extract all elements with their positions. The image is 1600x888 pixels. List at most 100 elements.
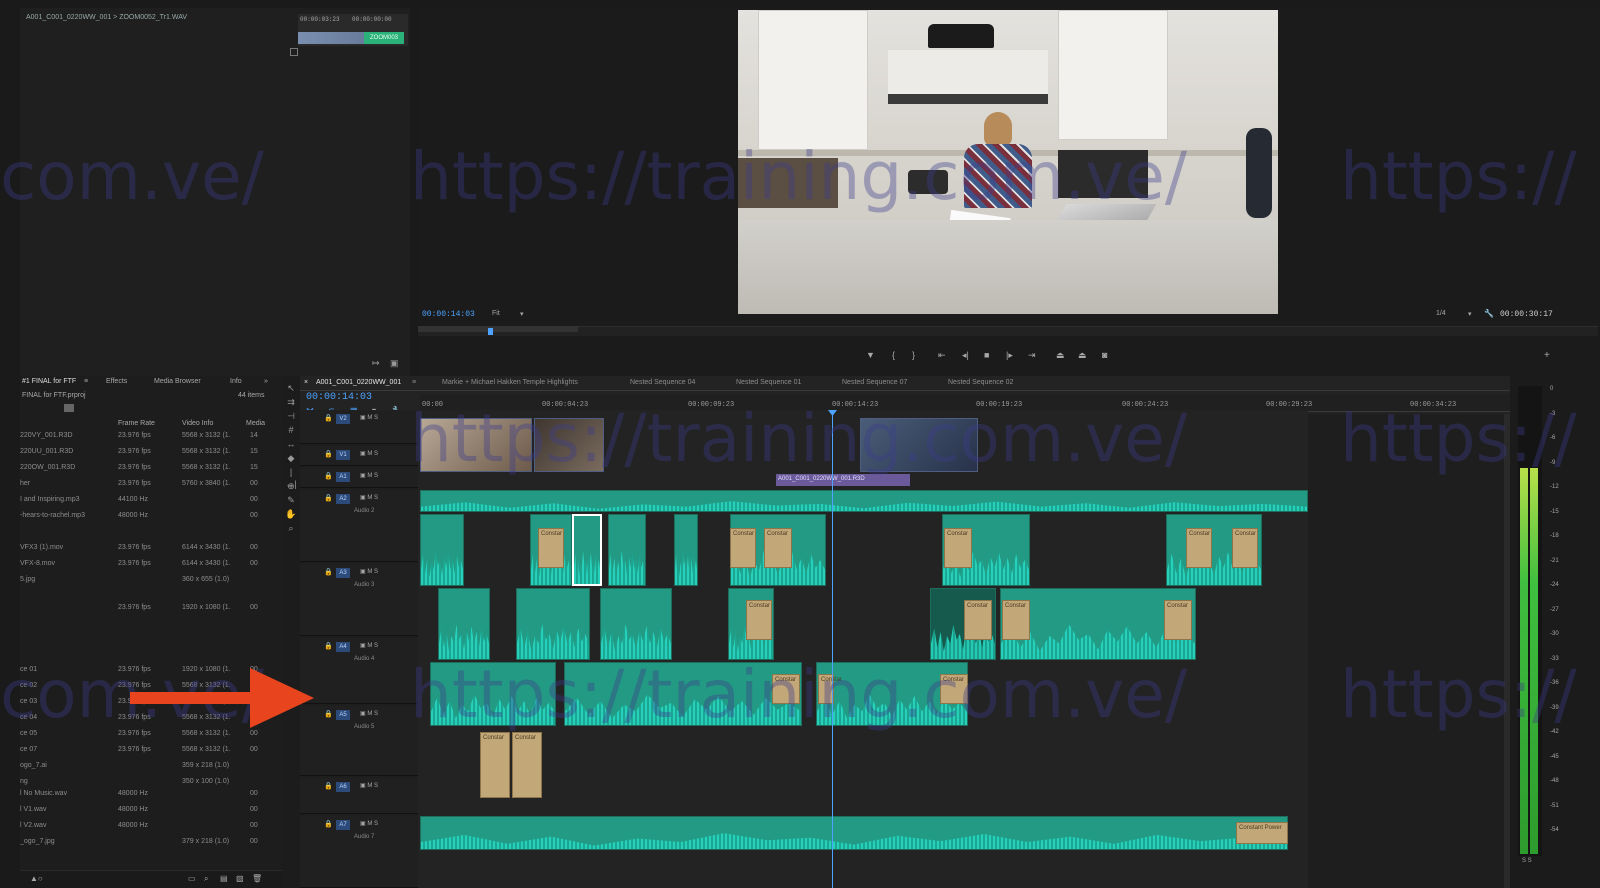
bin-icon[interactable]: ▭: [188, 874, 196, 883]
track-header-a7[interactable]: 🔒 A7 ▣ M S Audio 7: [300, 816, 418, 888]
audio-clip-music-end[interactable]: [420, 816, 1288, 850]
project-item-row[interactable]: l V2.wav 48000 Hz 00: [20, 820, 282, 834]
track-mute-solo-buttons[interactable]: ▣ M S: [360, 472, 378, 479]
source-mini-timeline[interactable]: 00:00:03:23 00:00:00:00 ZOOM003: [298, 14, 408, 46]
constant-power-transition[interactable]: Constant Power: [1236, 822, 1288, 844]
project-item-row[interactable]: VFX-8.mov 23.976 fps 6144 x 3430 (1. 00: [20, 558, 282, 572]
transition-block[interactable]: Constar: [1232, 528, 1258, 568]
track-header-a6[interactable]: 🔒 A6 ▣ M S: [300, 778, 418, 814]
audio-clip-selected[interactable]: [572, 514, 602, 586]
track-lock-icon[interactable]: 🔒: [324, 710, 333, 718]
camera-icon[interactable]: ◙: [1102, 350, 1107, 360]
new-item-icon[interactable]: ▧: [236, 874, 244, 883]
col-media[interactable]: Media: [246, 420, 265, 427]
track-header-a5[interactable]: 🔒 A5 ▣ M S Audio 5: [300, 706, 418, 776]
rate-stretch-tool-icon[interactable]: ↔: [285, 438, 297, 450]
tab-sequence-active[interactable]: A001_C001_0220WW_001: [316, 376, 401, 390]
audio-clip-music[interactable]: [420, 490, 1308, 512]
audio-clip[interactable]: [516, 588, 590, 660]
transition-block[interactable]: Constar: [1186, 528, 1212, 568]
track-select-tool-icon[interactable]: ⇉: [285, 396, 297, 408]
audio-clip[interactable]: [564, 662, 802, 726]
tab-sequence[interactable]: Markie + Michael Hakken Temple Highlight…: [442, 376, 578, 390]
project-item-row[interactable]: 23.976 fps 1920 x 1080 (1. 00: [20, 602, 282, 616]
project-item-row[interactable]: -hears-to-rachel.mp3 48000 Hz 00: [20, 510, 282, 524]
video-clip[interactable]: [860, 418, 978, 472]
selection-tool-icon[interactable]: ↖: [285, 382, 297, 394]
zoom-slider-icon[interactable]: ▲○: [30, 874, 43, 883]
video-clip[interactable]: [534, 418, 604, 472]
hand-tool-icon[interactable]: ✋: [285, 508, 297, 520]
transition-block[interactable]: Constar: [746, 600, 772, 640]
nested-clip[interactable]: Constar: [480, 732, 510, 798]
fit-chevron-down-icon[interactable]: ▾: [520, 310, 524, 318]
search-icon[interactable]: ⌕: [204, 874, 208, 884]
project-item-row[interactable]: 5.jpg 360 x 655 (1.0): [20, 574, 282, 588]
track-target-toggle[interactable]: A1: [336, 472, 350, 482]
track-mute-solo-buttons[interactable]: ▣ M S: [360, 494, 378, 501]
track-lock-icon[interactable]: 🔒: [324, 472, 333, 480]
more-tabs-icon[interactable]: »: [264, 378, 268, 385]
add-marker-icon[interactable]: ▼: [866, 350, 875, 360]
tab-project[interactable]: #1 FINAL for FTF: [22, 378, 76, 385]
project-item-row[interactable]: VFX3 (1).mov 23.976 fps 6144 x 3430 (1. 00: [20, 542, 282, 556]
project-item-row[interactable]: 220VY_001.R3D 23.976 fps 5568 x 3132 (1. 14: [20, 430, 282, 444]
tab-info[interactable]: Info: [230, 378, 242, 385]
pen-tool-icon[interactable]: ✎: [285, 494, 297, 506]
timeline-tracks[interactable]: A001_C001_0220WW_001.R3D Constar Constar…: [420, 410, 1308, 888]
track-target-toggle[interactable]: A6: [336, 782, 350, 792]
wrench-icon[interactable]: 🔧: [1484, 309, 1494, 318]
track-mute-solo-buttons[interactable]: ▣ M S: [360, 414, 378, 421]
timeline-playhead[interactable]: [832, 410, 833, 888]
extract-icon[interactable]: ⏏: [1078, 350, 1087, 361]
transition-block[interactable]: Constar: [772, 674, 800, 704]
add-button-icon[interactable]: +: [1544, 350, 1550, 361]
tab-sequence[interactable]: Nested Sequence 04: [630, 376, 695, 390]
slide-tool-icon[interactable]: ⊕: [285, 480, 297, 492]
transition-block[interactable]: Constar: [1164, 600, 1192, 640]
mark-in-icon[interactable]: {: [892, 350, 895, 360]
program-playhead[interactable]: [488, 328, 493, 335]
project-item-row[interactable]: her 23.976 fps 5760 x 3840 (1. 00: [20, 478, 282, 492]
video-clip[interactable]: [420, 418, 532, 472]
track-target-toggle[interactable]: A3: [336, 568, 350, 578]
track-target-toggle[interactable]: A2: [336, 494, 350, 504]
meter-solo-buttons[interactable]: S S: [1522, 858, 1532, 864]
fit-dropdown[interactable]: Fit: [492, 310, 500, 317]
tab-sequence[interactable]: Nested Sequence 01: [736, 376, 801, 390]
track-mute-solo-buttons[interactable]: ▣ M S: [360, 710, 378, 717]
audio-clip[interactable]: [430, 662, 556, 726]
go-to-out-icon[interactable]: ⇥: [1028, 350, 1036, 361]
source-settings-icon[interactable]: [290, 48, 298, 56]
project-tab-menu-icon[interactable]: ≡: [84, 378, 88, 385]
project-item-row[interactable]: ce 07 23.976 fps 5568 x 3132 (1. 00: [20, 744, 282, 758]
audio-clip[interactable]: [600, 588, 672, 660]
track-lock-icon[interactable]: 🔒: [324, 820, 333, 828]
tab-sequence[interactable]: Nested Sequence 07: [842, 376, 907, 390]
audio-clip[interactable]: [420, 514, 464, 586]
timeline-timecode[interactable]: 00:00:14:03: [306, 392, 372, 403]
track-lock-icon[interactable]: 🔒: [324, 642, 333, 650]
track-target-toggle[interactable]: V1: [336, 450, 350, 460]
step-forward-icon[interactable]: |▸: [1006, 350, 1013, 361]
track-mute-solo-buttons[interactable]: ▣ M S: [360, 450, 378, 457]
resolution-chevron-down-icon[interactable]: ▾: [1468, 310, 1472, 318]
track-mute-solo-buttons[interactable]: ▣ M S: [360, 782, 378, 789]
tab-effects[interactable]: Effects: [106, 378, 127, 385]
ripple-edit-tool-icon[interactable]: ⊣: [285, 410, 297, 422]
nested-clip[interactable]: Constar: [512, 732, 542, 798]
transition-block[interactable]: Constar: [538, 528, 564, 568]
lift-icon[interactable]: ⏏: [1056, 350, 1065, 361]
track-target-toggle[interactable]: A4: [336, 642, 350, 652]
project-item-row[interactable]: I and Inspiring.mp3 44100 Hz 00: [20, 494, 282, 508]
source-insert-icon[interactable]: ▣: [390, 358, 399, 369]
bin-folder-icon[interactable]: [64, 404, 74, 412]
resolution-dropdown[interactable]: 1/4: [1436, 310, 1446, 317]
track-target-toggle[interactable]: A5: [336, 710, 350, 720]
zoom-tool-icon[interactable]: ⌕: [285, 522, 297, 534]
track-lock-icon[interactable]: 🔒: [324, 568, 333, 576]
col-frame-rate[interactable]: Frame Rate: [118, 420, 155, 427]
tab-sequence[interactable]: Nested Sequence 02: [948, 376, 1013, 390]
project-item-row[interactable]: l No Music.wav 48000 Hz 00: [20, 788, 282, 802]
transition-block[interactable]: Constar: [764, 528, 792, 568]
